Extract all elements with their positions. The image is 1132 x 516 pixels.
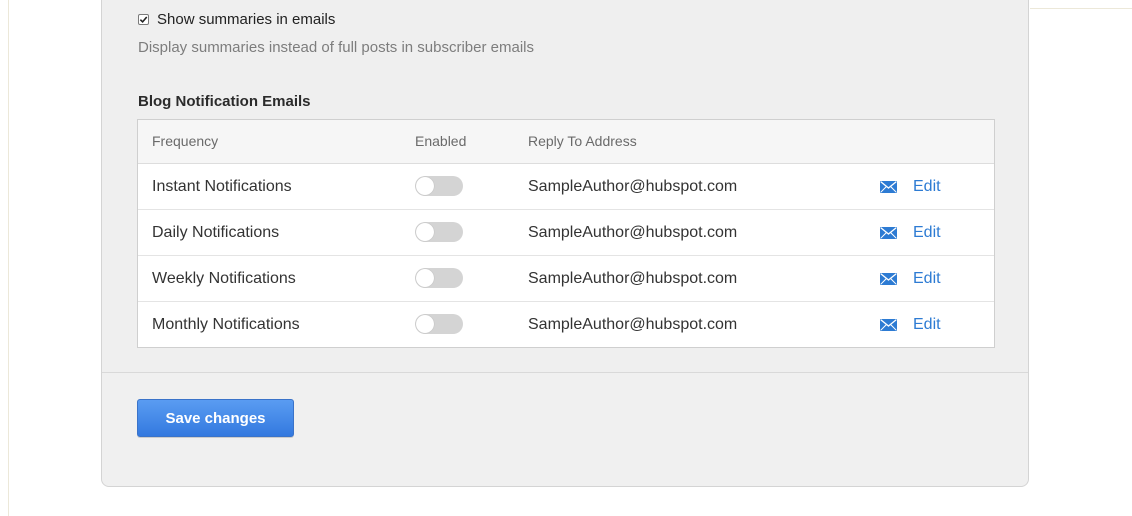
edit-link[interactable]: Edit: [880, 224, 941, 242]
table-row: Monthly Notifications SampleAuthor@hubsp…: [138, 302, 994, 348]
frequency-cell: Weekly Notifications: [152, 270, 296, 287]
save-changes-button[interactable]: Save changes: [137, 399, 294, 437]
envelope-icon: [880, 181, 897, 193]
reply-to-cell: SampleAuthor@hubspot.com: [528, 270, 738, 287]
edit-link[interactable]: Edit: [880, 178, 941, 196]
column-header-frequency: Frequency: [152, 133, 219, 149]
notifications-table: Frequency Enabled Reply To Address Insta…: [137, 119, 995, 348]
envelope-icon: [880, 273, 897, 285]
frequency-cell: Monthly Notifications: [152, 316, 300, 333]
show-summaries-checkbox[interactable]: [138, 14, 149, 25]
table-row: Weekly Notifications SampleAuthor@hubspo…: [138, 256, 994, 302]
table-row: Instant Notifications SampleAuthor@hubsp…: [138, 164, 994, 210]
reply-to-cell: SampleAuthor@hubspot.com: [528, 178, 738, 195]
column-header-reply-to: Reply To Address: [528, 133, 637, 149]
edit-link[interactable]: Edit: [880, 270, 941, 288]
show-summaries-help: Display summaries instead of full posts …: [138, 39, 534, 56]
left-border-line: [8, 0, 9, 516]
enabled-toggle[interactable]: [415, 222, 463, 242]
frequency-cell: Instant Notifications: [152, 178, 292, 195]
panel-footer: Save changes: [102, 372, 1028, 486]
edit-link[interactable]: Edit: [880, 316, 941, 334]
enabled-toggle[interactable]: [415, 268, 463, 288]
reply-to-cell: SampleAuthor@hubspot.com: [528, 224, 738, 241]
reply-to-cell: SampleAuthor@hubspot.com: [528, 316, 738, 333]
edit-label: Edit: [913, 270, 941, 287]
show-summaries-label: Show summaries in emails: [157, 11, 336, 28]
table-row: Daily Notifications SampleAuthor@hubspot…: [138, 210, 994, 256]
enabled-toggle[interactable]: [415, 314, 463, 334]
edit-label: Edit: [913, 178, 941, 195]
edit-label: Edit: [913, 316, 941, 333]
checkmark-icon: [139, 16, 148, 24]
settings-panel: Show summaries in emails Display summari…: [101, 0, 1029, 487]
column-header-enabled: Enabled: [415, 133, 467, 149]
edit-label: Edit: [913, 224, 941, 241]
enabled-toggle[interactable]: [415, 176, 463, 196]
notifications-title: Blog Notification Emails: [138, 93, 311, 110]
envelope-icon: [880, 319, 897, 331]
panel-body: Show summaries in emails Display summari…: [102, 0, 1028, 372]
top-border-line: [1030, 8, 1132, 9]
envelope-icon: [880, 227, 897, 239]
toggle-knob: [416, 177, 434, 195]
frequency-cell: Daily Notifications: [152, 224, 280, 241]
toggle-knob: [416, 269, 434, 287]
table-header: Frequency Enabled Reply To Address: [138, 120, 994, 164]
toggle-knob: [416, 315, 434, 333]
toggle-knob: [416, 223, 434, 241]
show-summaries-option[interactable]: Show summaries in emails: [138, 11, 335, 28]
